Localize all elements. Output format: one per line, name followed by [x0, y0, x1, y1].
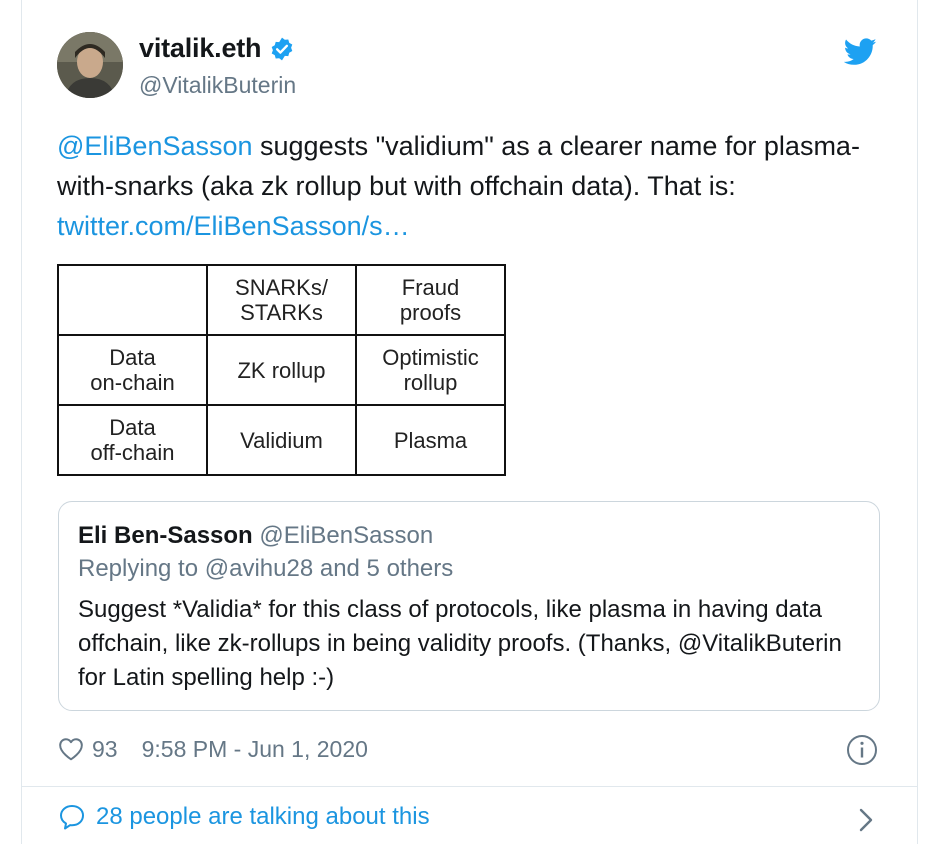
- conversation-link[interactable]: 28 people are talking about this: [58, 803, 430, 831]
- author-display-name[interactable]: vitalik.eth: [139, 33, 262, 64]
- table-row: Data on-chain ZK rollup Optimistic rollu…: [57, 334, 506, 406]
- avatar-photo-icon: [57, 32, 123, 98]
- table-cell: ZK rollup: [206, 334, 357, 406]
- table-row: SNARKs/ STARKs Fraud proofs: [57, 264, 506, 336]
- table-cell: Data on-chain: [57, 334, 208, 406]
- heart-icon[interactable]: [58, 737, 84, 761]
- mention-link[interactable]: @EliBenSasson: [57, 131, 253, 161]
- table-cell: Data off-chain: [57, 404, 208, 476]
- author-handle[interactable]: @VitalikButerin: [139, 72, 296, 99]
- quoted-tweet[interactable]: Eli Ben-Sasson @EliBenSasson Replying to…: [58, 501, 880, 711]
- table-row: Data off-chain Validium Plasma: [57, 404, 506, 476]
- quoted-author: Eli Ben-Sasson @EliBenSasson: [78, 522, 433, 550]
- verified-badge-icon: [272, 37, 293, 60]
- table-cell: Validium: [206, 404, 357, 476]
- table-cell: SNARKs/ STARKs: [206, 264, 357, 336]
- avatar[interactable]: [57, 32, 123, 98]
- tweet-timestamp[interactable]: 9:58 PM - Jun 1, 2020: [142, 736, 368, 763]
- table-cell: Optimistic rollup: [355, 334, 506, 406]
- info-icon[interactable]: [846, 734, 878, 766]
- conversation-count-label: 28 people are talking about this: [96, 803, 430, 830]
- tweet-text: @EliBenSasson suggests "validium" as a c…: [57, 126, 877, 246]
- quoted-author-handle: @EliBenSasson: [259, 522, 434, 549]
- divider: [21, 786, 918, 787]
- chevron-right-icon[interactable]: [856, 806, 876, 834]
- comparison-table-image[interactable]: SNARKs/ STARKs Fraud proofs Data on-chai…: [57, 264, 506, 476]
- tweet-meta: 93 9:58 PM - Jun 1, 2020: [58, 733, 368, 765]
- twitter-bird-icon[interactable]: [844, 38, 877, 66]
- quoted-replying-to: Replying to @avihu28 and 5 others: [78, 555, 454, 582]
- table-cell: [57, 264, 208, 336]
- table-cell: Plasma: [355, 404, 506, 476]
- speech-bubble-icon: [60, 805, 84, 830]
- quoted-text: Suggest *Validia* for this class of prot…: [78, 596, 842, 691]
- author-name-row[interactable]: vitalik.eth: [139, 33, 295, 64]
- quoted-author-name: Eli Ben-Sasson: [78, 522, 253, 549]
- tweet-url-link[interactable]: twitter.com/EliBenSasson/s…: [57, 211, 410, 241]
- like-count[interactable]: 93: [92, 736, 118, 763]
- table-cell: Fraud proofs: [355, 264, 506, 336]
